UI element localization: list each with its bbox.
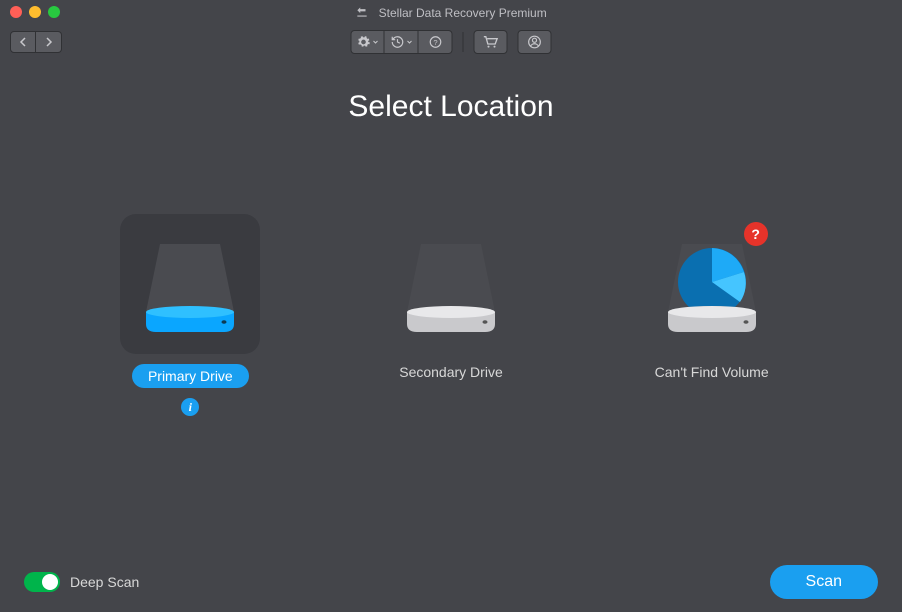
svg-text:?: ?	[433, 38, 437, 47]
page-title: Select Location	[40, 90, 862, 124]
scan-button[interactable]: Scan	[770, 565, 878, 599]
nav-forward-button[interactable]	[36, 31, 62, 53]
drive-item-unknown[interactable]: ? Can't Find Volum	[612, 214, 812, 380]
info-icon[interactable]: i	[181, 398, 199, 416]
drive-thumbnail	[381, 214, 521, 354]
help-button[interactable]: ?	[419, 30, 453, 54]
back-arrow-icon	[355, 5, 369, 19]
app-title-text: Stellar Data Recovery Premium	[379, 5, 547, 19]
chevron-down-icon	[373, 39, 379, 45]
zoom-window-icon[interactable]	[48, 6, 60, 18]
deep-scan-toggle[interactable]	[24, 572, 60, 592]
main-panel: Select Location Primary Drive i	[0, 60, 902, 416]
toolbar-divider	[463, 32, 464, 52]
window-controls	[10, 6, 60, 18]
drive-item-secondary[interactable]: Secondary Drive	[351, 214, 551, 380]
drive-thumbnail: ?	[642, 214, 782, 354]
toolbar: ?	[0, 24, 902, 60]
deep-scan-label: Deep Scan	[70, 574, 139, 590]
question-badge: ?	[744, 222, 768, 246]
drive-thumbnail	[120, 214, 260, 354]
chevron-down-icon	[406, 39, 412, 45]
deep-scan-toggle-group: Deep Scan	[24, 572, 139, 592]
titlebar: Stellar Data Recovery Premium	[0, 0, 902, 24]
hard-drive-icon	[391, 224, 511, 344]
gear-icon	[357, 35, 371, 49]
chevron-right-icon	[44, 37, 54, 47]
drive-label-secondary: Secondary Drive	[399, 364, 503, 380]
drive-label-primary: Primary Drive	[132, 364, 249, 388]
cart-icon	[483, 35, 499, 49]
hard-drive-icon	[130, 224, 250, 344]
user-icon	[528, 35, 542, 49]
question-icon: ?	[428, 35, 442, 49]
minimize-window-icon[interactable]	[29, 6, 41, 18]
drive-list: Primary Drive i Secondary Drive ?	[40, 214, 862, 416]
user-button[interactable]	[518, 30, 552, 54]
chevron-left-icon	[18, 37, 28, 47]
drive-item-primary[interactable]: Primary Drive i	[90, 214, 290, 416]
history-icon	[390, 35, 404, 49]
cart-button[interactable]	[474, 30, 508, 54]
window-title: Stellar Data Recovery Premium	[0, 5, 902, 20]
close-window-icon[interactable]	[10, 6, 22, 18]
drive-label-unknown: Can't Find Volume	[655, 364, 769, 380]
footer: Deep Scan Scan	[0, 552, 902, 612]
nav-back-button[interactable]	[10, 31, 36, 53]
nav-group	[10, 31, 62, 53]
toolbar-center: ?	[351, 30, 552, 54]
toolbar-button-group: ?	[351, 30, 453, 54]
history-button[interactable]	[385, 30, 419, 54]
settings-button[interactable]	[351, 30, 385, 54]
